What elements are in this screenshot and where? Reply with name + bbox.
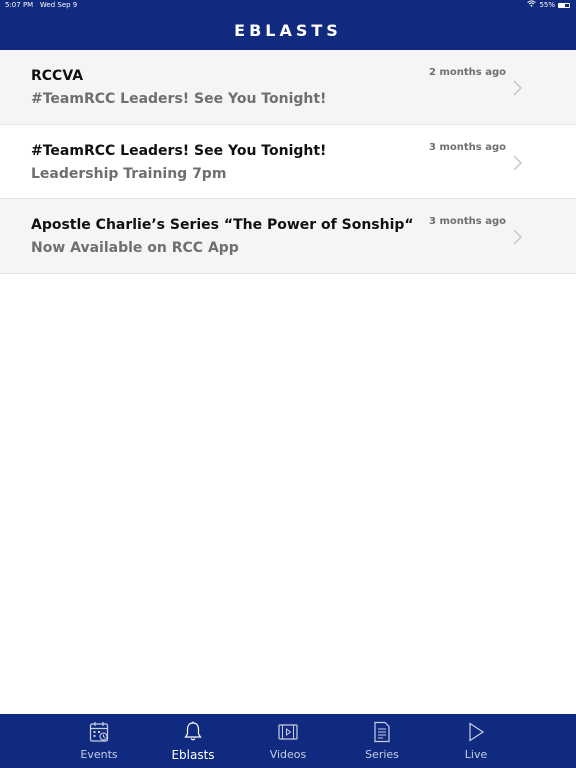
tab-label: Videos xyxy=(269,748,307,761)
eblast-subtitle: Leadership Training 7pm xyxy=(31,166,227,182)
status-bar: 5:07 PM Wed Sep 9 55% xyxy=(0,0,576,12)
tab-live[interactable]: Live xyxy=(431,714,521,768)
page-title: EBLASTS xyxy=(234,21,342,40)
status-indicators: 55% xyxy=(527,0,570,11)
status-date: Wed Sep 9 xyxy=(39,1,78,9)
list-item[interactable]: #TeamRCC Leaders! See You Tonight! Leade… xyxy=(0,125,576,199)
eblast-title: RCCVA xyxy=(31,68,84,84)
tab-label: Live xyxy=(464,748,488,761)
navigation-bar: 5:07 PM Wed Sep 9 55% EBLASTS xyxy=(0,0,576,50)
status-time: 5:07 PM xyxy=(5,1,34,9)
eblast-list: RCCVA #TeamRCC Leaders! See You Tonight!… xyxy=(0,50,576,274)
status-time-date: 5:07 PM Wed Sep 9 xyxy=(5,0,77,11)
play-icon xyxy=(469,722,485,742)
tab-events[interactable]: Events xyxy=(54,714,144,768)
battery-percent: 55% xyxy=(539,1,555,9)
document-icon xyxy=(374,721,390,743)
list-item[interactable]: RCCVA #TeamRCC Leaders! See You Tonight!… xyxy=(0,50,576,125)
wifi-icon xyxy=(527,0,537,11)
calendar-icon xyxy=(89,722,109,742)
tab-series[interactable]: Series xyxy=(337,714,427,768)
chevron-right-icon xyxy=(513,229,523,245)
eblast-subtitle: Now Available on RCC App xyxy=(31,240,239,256)
film-icon xyxy=(278,724,298,740)
battery-level-fill xyxy=(559,4,565,7)
tab-label: Events xyxy=(80,748,118,761)
eblast-timestamp: 2 months ago xyxy=(429,67,506,78)
tab-eblasts[interactable]: Eblasts xyxy=(148,714,238,768)
bell-icon xyxy=(184,721,202,741)
tab-bar: Events Eblasts Videos Series Live xyxy=(0,714,576,768)
eblast-title: Apostle Charlie’s Series “The Power of S… xyxy=(31,217,414,233)
tab-label: Eblasts xyxy=(171,748,215,762)
eblast-timestamp: 3 months ago xyxy=(429,216,506,227)
chevron-right-icon xyxy=(513,155,523,171)
tab-label: Series xyxy=(365,748,399,761)
tab-videos[interactable]: Videos xyxy=(243,714,333,768)
list-item[interactable]: Apostle Charlie’s Series “The Power of S… xyxy=(0,199,576,274)
eblast-title: #TeamRCC Leaders! See You Tonight! xyxy=(31,143,327,159)
eblast-timestamp: 3 months ago xyxy=(429,142,506,153)
eblast-subtitle: #TeamRCC Leaders! See You Tonight! xyxy=(31,91,327,107)
battery-icon xyxy=(558,3,570,8)
chevron-right-icon xyxy=(513,80,523,96)
